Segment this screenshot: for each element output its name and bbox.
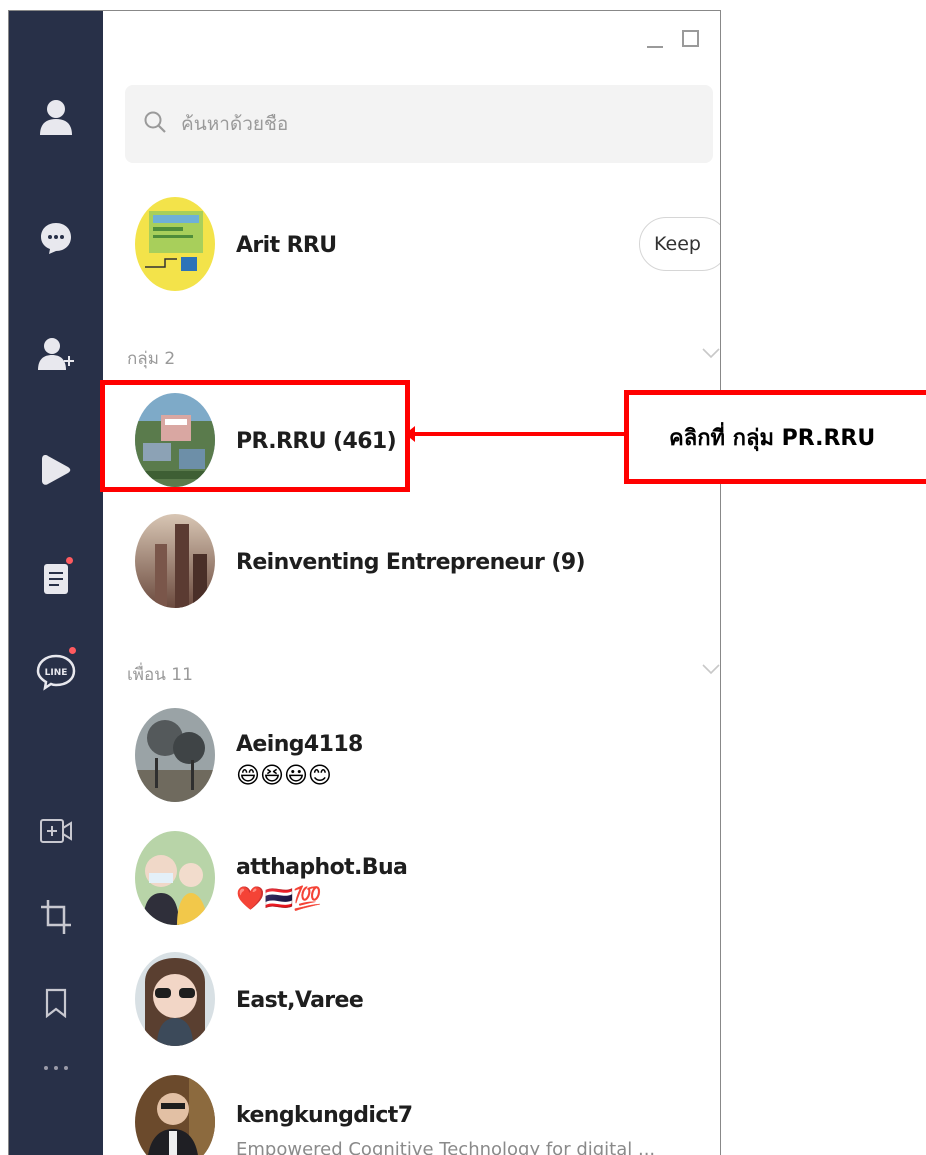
- status-message: ❤️🇹🇭💯: [236, 885, 322, 911]
- chat-icon[interactable]: [9, 221, 103, 255]
- section-title: เพื่อน 11: [127, 665, 193, 685]
- search-input[interactable]: [181, 113, 661, 135]
- friend-row[interactable]: Aeing4118 😄😆😃😊: [103, 708, 720, 804]
- video-call-icon[interactable]: [9, 817, 103, 845]
- contact-name: atthaphot.Bua: [236, 855, 408, 880]
- minimize-button[interactable]: [645, 29, 665, 54]
- status-message: 😄😆😃😊: [236, 762, 332, 788]
- callout-text: คลิกที่ กลุ่ม PR.RRU: [669, 425, 876, 451]
- friend-row[interactable]: atthaphot.Bua ❤️🇹🇭💯: [103, 831, 720, 927]
- play-icon[interactable]: [9, 453, 103, 487]
- avatar: [135, 1075, 215, 1155]
- notification-dot: [66, 557, 73, 564]
- callout-arrowhead: [405, 426, 415, 442]
- section-title: กลุ่ม 2: [127, 349, 176, 369]
- contact-name: Arit RRU: [236, 233, 337, 258]
- search-bar[interactable]: [125, 85, 713, 163]
- friends-section-header[interactable]: เพื่อน 11: [127, 661, 720, 688]
- add-friend-icon[interactable]: [9, 336, 103, 372]
- app-window: LINE ค้นหาด้วยชื่อ Arit RRU Keep กลุ่ม 2…: [8, 10, 721, 1155]
- chevron-down-icon: [701, 661, 720, 681]
- note-icon[interactable]: [9, 557, 103, 595]
- avatar: [135, 197, 215, 291]
- maximize-button[interactable]: [681, 29, 701, 54]
- friend-row[interactable]: East,Varee: [103, 952, 720, 1048]
- svg-text:LINE: LINE: [45, 668, 68, 678]
- search-icon: [143, 110, 167, 139]
- avatar: [135, 952, 215, 1046]
- more-icon[interactable]: [9, 1065, 103, 1071]
- contact-name: kengkungdict7: [236, 1103, 413, 1128]
- contact-name: Aeing4118: [236, 732, 363, 757]
- contact-name: East,Varee: [236, 988, 364, 1013]
- friend-row[interactable]: kengkungdict7 Empowered Cognitive Techno…: [103, 1075, 720, 1155]
- keep-button[interactable]: Keep: [639, 217, 720, 271]
- sidebar: LINE: [9, 11, 103, 1155]
- bookmark-icon[interactable]: [9, 988, 103, 1018]
- callout-box: คลิกที่ กลุ่ม PR.RRU: [624, 390, 926, 484]
- line-icon[interactable]: LINE: [9, 647, 103, 691]
- chevron-down-icon: [701, 345, 720, 365]
- notification-dot: [69, 647, 76, 654]
- person-icon[interactable]: [9, 99, 103, 135]
- avatar: [135, 514, 215, 608]
- keep-row[interactable]: Arit RRU Keep: [103, 197, 720, 293]
- avatar: [135, 708, 215, 802]
- group-name: Reinventing Entrepreneur (9): [236, 550, 586, 575]
- status-message: Empowered Cognitive Technology for digit…: [236, 1139, 656, 1155]
- avatar: [135, 831, 215, 925]
- group-row[interactable]: Reinventing Entrepreneur (9): [103, 514, 720, 610]
- group-section-header[interactable]: กลุ่ม 2: [127, 345, 720, 372]
- crop-icon[interactable]: [9, 899, 103, 935]
- highlight-box: [100, 380, 410, 492]
- callout-line: [410, 432, 625, 436]
